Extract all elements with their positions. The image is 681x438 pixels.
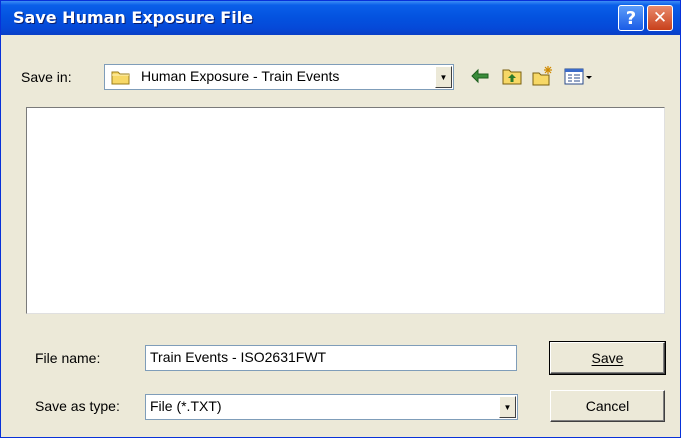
save-as-type-dropdown[interactable]: File (*.TXT) ▼	[145, 394, 518, 420]
close-button[interactable]: ✕	[647, 5, 673, 31]
chevron-down-icon: ▼	[439, 72, 448, 82]
back-icon[interactable]	[469, 65, 491, 87]
help-icon: ?	[625, 7, 637, 29]
save-in-dropdown-arrow[interactable]: ▼	[435, 66, 452, 88]
save-button-label: Save	[591, 350, 624, 366]
save-dialog: Save Human Exposure File ? ✕ Save in: Hu…	[0, 0, 681, 438]
save-as-type-label: Save as type:	[35, 398, 120, 414]
cancel-button[interactable]: Cancel	[550, 390, 665, 422]
folder-icon	[111, 71, 130, 85]
cancel-button-label: Cancel	[585, 398, 630, 414]
save-as-type-value: File (*.TXT)	[150, 398, 222, 414]
file-name-input[interactable]: Train Events - ISO2631FWT	[145, 345, 517, 371]
save-as-type-dropdown-arrow[interactable]: ▼	[499, 396, 516, 418]
up-folder-icon[interactable]	[501, 65, 523, 87]
chevron-down-icon: ▼	[503, 402, 512, 412]
save-in-label: Save in:	[21, 69, 72, 85]
file-name-label: File name:	[35, 350, 101, 366]
view-menu-icon[interactable]	[563, 65, 593, 87]
close-icon: ✕	[652, 8, 668, 28]
file-list[interactable]	[26, 107, 665, 314]
title-bar[interactable]: Save Human Exposure File ? ✕	[1, 1, 680, 35]
save-in-dropdown[interactable]: Human Exposure - Train Events ▼	[104, 64, 454, 90]
save-button[interactable]: Save	[549, 341, 666, 375]
save-in-value: Human Exposure - Train Events	[141, 68, 340, 84]
new-folder-icon[interactable]	[531, 65, 553, 87]
window-title: Save Human Exposure File	[13, 8, 254, 27]
help-button[interactable]: ?	[618, 5, 644, 31]
file-name-value: Train Events - ISO2631FWT	[150, 349, 327, 365]
